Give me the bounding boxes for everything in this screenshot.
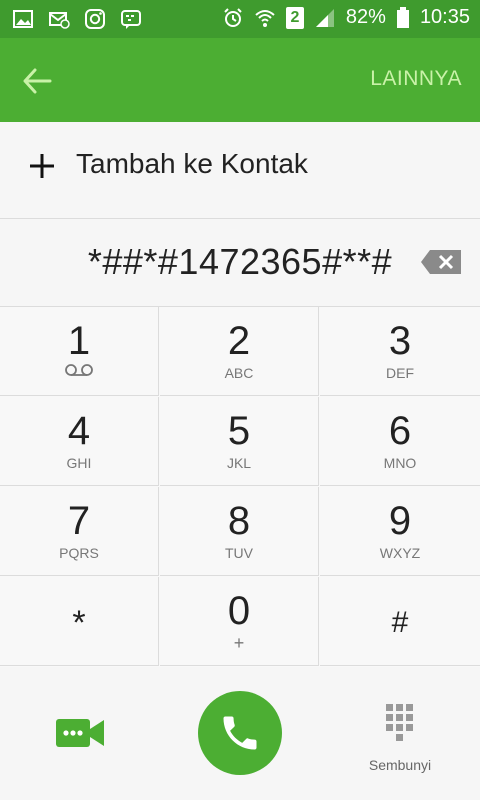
key-digit: 0 (227, 589, 251, 633)
phone-icon (223, 716, 257, 750)
key-digit: 9 (388, 499, 412, 543)
key-8[interactable]: 8 TUV (160, 487, 319, 576)
key-digit: 1 (67, 319, 91, 363)
sim-slot-badge: 2 (285, 6, 304, 29)
key-letters: DEF (386, 365, 414, 381)
key-digit: 4 (67, 409, 91, 453)
key-digit: 2 (227, 319, 251, 363)
video-call-icon[interactable] (56, 717, 104, 749)
clock: 10:35 (419, 6, 470, 28)
keypad: 1 2 ABC 3 DEF 4 GHI 5 JKL 6 MNO 7 PQRS 8… (0, 307, 480, 667)
key-letters: WXYZ (379, 545, 421, 561)
add-to-contacts-row[interactable]: Tambah ke Kontak (0, 122, 480, 219)
bottom-bar: Sembunyi (0, 667, 480, 800)
key-digit: 6 (388, 409, 412, 453)
battery-icon (396, 6, 409, 28)
email-icon (49, 12, 70, 29)
key-star[interactable]: * (0, 577, 159, 666)
key-letters: + (233, 633, 245, 653)
key-1[interactable]: 1 (0, 307, 159, 396)
call-button[interactable] (198, 691, 282, 775)
key-digit: 8 (227, 499, 251, 543)
key-3[interactable]: 3 DEF (320, 307, 480, 396)
battery-percent: 82% (345, 6, 386, 28)
key-digit: * (72, 604, 86, 642)
add-to-contacts-label: Tambah ke Kontak (76, 148, 308, 179)
key-5[interactable]: 5 JKL (160, 397, 319, 486)
key-6[interactable]: 6 MNO (320, 397, 480, 486)
dialed-number: *##*#1472365#**# (87, 241, 393, 282)
key-hash[interactable]: # (320, 577, 480, 666)
key-letters: ABC (224, 365, 254, 381)
dial-field[interactable]: *##*#1472365#**# (0, 219, 480, 307)
hide-keypad-label: Sembunyi (368, 757, 432, 773)
status-bar: 2 82% 10:35 (0, 0, 480, 38)
dialpad-icon (386, 704, 413, 741)
signal-icon (315, 8, 334, 27)
gallery-icon (13, 10, 33, 28)
voicemail-icon (65, 364, 93, 376)
key-letters: JKL (226, 455, 252, 471)
hide-keypad-button[interactable]: Sembunyi (360, 699, 440, 779)
wifi-icon (255, 9, 275, 27)
back-arrow-icon[interactable] (20, 64, 54, 98)
key-digit: 7 (67, 499, 91, 543)
key-0[interactable]: 0 + (160, 577, 319, 666)
key-7[interactable]: 7 PQRS (0, 487, 159, 576)
key-digit: 5 (227, 409, 251, 453)
key-2[interactable]: 2 ABC (160, 307, 319, 396)
app-bar: LAINNYA (0, 38, 480, 122)
key-9[interactable]: 9 WXYZ (320, 487, 480, 576)
notification-icons (12, 8, 142, 30)
key-letters: MNO (383, 455, 417, 471)
system-icons: 2 82% 10:35 (222, 6, 470, 29)
key-digit: 3 (388, 319, 412, 363)
more-button[interactable]: LAINNYA (370, 67, 462, 91)
key-letters: PQRS (59, 545, 99, 561)
key-4[interactable]: 4 GHI (0, 397, 159, 486)
key-digit: # (391, 606, 409, 639)
key-letters: GHI (66, 455, 92, 471)
bbm-icon (121, 10, 141, 29)
alarm-icon (224, 7, 242, 27)
instagram-icon (85, 9, 105, 29)
key-letters: TUV (225, 545, 253, 561)
backspace-icon[interactable] (420, 249, 462, 275)
plus-icon (30, 154, 54, 178)
